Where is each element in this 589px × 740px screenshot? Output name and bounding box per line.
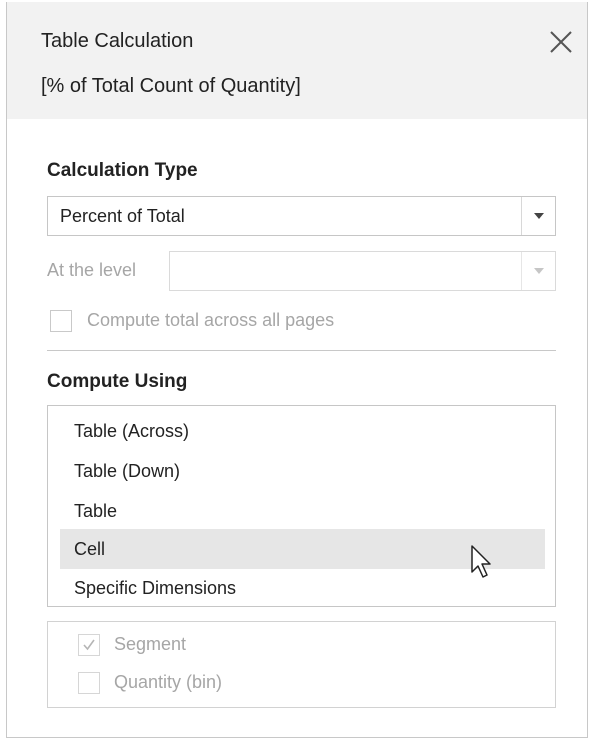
dropdown-arrow[interactable] (521, 197, 555, 235)
close-icon (550, 31, 572, 53)
at-the-level-dropdown[interactable] (169, 251, 556, 291)
panel-header: Table Calculation [% of Total Count of Q… (7, 2, 587, 119)
dimensions-box: Segment Quantity (bin) (47, 621, 556, 708)
list-item-table[interactable]: Table (60, 491, 545, 531)
compute-using-label: Compute Using (47, 371, 188, 392)
list-item-table-across[interactable]: Table (Across) (60, 411, 545, 451)
segment-checkbox[interactable] (78, 634, 100, 656)
compute-total-checkbox[interactable] (50, 310, 72, 332)
quantity-bin-checkbox[interactable] (78, 672, 100, 694)
compute-total-label: Compute total across all pages (87, 310, 335, 330)
level-dropdown-arrow[interactable] (521, 252, 555, 290)
at-the-level-label: At the level (47, 260, 137, 280)
section-divider (47, 350, 556, 351)
chevron-down-icon (534, 268, 544, 274)
calculation-type-label: Calculation Type (47, 160, 198, 181)
segment-label: Segment (114, 634, 187, 654)
panel-title: Table Calculation (41, 30, 194, 52)
mouse-pointer-icon (471, 545, 491, 578)
table-calculation-panel: Table Calculation [% of Total Count of Q… (6, 2, 588, 738)
chevron-down-icon (534, 213, 544, 219)
panel-subtitle: [% of Total Count of Quantity] (41, 75, 301, 97)
list-item-table-down[interactable]: Table (Down) (60, 451, 545, 491)
calculation-type-value: Percent of Total (60, 206, 185, 226)
quantity-bin-label: Quantity (bin) (114, 672, 223, 692)
close-button[interactable] (547, 28, 575, 56)
checkmark-icon (83, 639, 95, 651)
calculation-type-dropdown[interactable]: Percent of Total (47, 196, 556, 236)
